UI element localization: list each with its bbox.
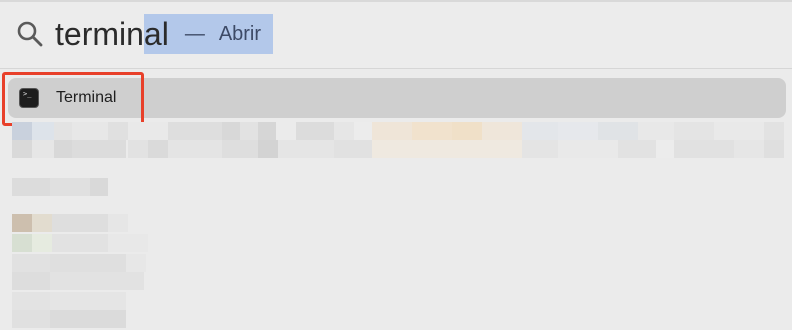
search-action-hint: Abrir — [218, 23, 262, 45]
blur-pixel-block — [52, 234, 108, 252]
blur-pixel-block — [764, 122, 784, 140]
blur-pixel-block — [412, 122, 452, 140]
blur-pixel-block — [52, 214, 108, 232]
blur-pixel-block — [258, 140, 278, 158]
search-icon — [17, 21, 43, 47]
blur-pixel-block — [558, 122, 598, 140]
blur-pixel-block — [72, 140, 126, 158]
blur-pixel-block — [12, 272, 50, 290]
blur-pixel-block — [334, 122, 354, 140]
search-input[interactable]: termin al — Abrir — [55, 12, 274, 56]
blur-pixel-block — [54, 122, 72, 140]
blur-pixel-block — [334, 140, 372, 158]
blur-pixel-block — [638, 122, 674, 140]
blur-pixel-block — [598, 122, 638, 140]
blur-pixel-block — [354, 122, 372, 140]
blur-pixel-block — [714, 122, 764, 140]
blur-pixel-block — [674, 122, 714, 140]
spotlight-window: termin al — Abrir >_ Terminal — [0, 0, 792, 330]
blur-pixel-block — [12, 122, 32, 140]
blur-pixel-block — [12, 140, 32, 158]
blur-pixel-block — [108, 214, 128, 232]
blur-pixel-block — [50, 178, 90, 196]
blur-pixel-block — [126, 254, 146, 272]
blur-pixel-block — [12, 214, 32, 232]
blur-pixel-block — [54, 140, 72, 158]
blur-pixel-block — [734, 140, 764, 158]
blur-pixel-block — [12, 254, 50, 272]
blur-pixel-block — [72, 122, 108, 140]
blur-pixel-block — [168, 140, 222, 158]
blur-pixel-block — [296, 122, 334, 140]
blur-pixel-block — [108, 234, 148, 252]
blur-pixel-block — [128, 122, 168, 140]
blur-pixel-block — [12, 310, 50, 328]
search-autocomplete-text: al — [143, 16, 169, 52]
blur-pixel-block — [240, 122, 258, 140]
blur-pixel-block — [168, 122, 222, 140]
blur-pixel-block — [50, 254, 126, 272]
spotlight-search-bar[interactable]: termin al — Abrir — [0, 2, 792, 69]
search-autocomplete-suggestion: al — Abrir — [143, 14, 274, 54]
blur-pixel-block — [452, 122, 482, 140]
blur-pixel-block — [222, 140, 258, 158]
blur-pixel-block — [258, 122, 276, 140]
blur-pixel-block — [522, 140, 558, 158]
blur-pixel-block — [32, 214, 52, 232]
blur-pixel-block — [372, 140, 522, 158]
blur-pixel-block — [656, 140, 674, 158]
blur-pixel-block — [618, 140, 656, 158]
search-separator: — — [184, 23, 205, 45]
blur-pixel-block — [128, 140, 148, 158]
blurred-results-area — [0, 120, 792, 330]
blur-pixel-block — [90, 178, 108, 196]
blur-pixel-block — [674, 140, 734, 158]
blur-pixel-block — [222, 122, 240, 140]
blur-pixel-block — [32, 122, 54, 140]
blur-pixel-block — [148, 140, 168, 158]
blur-pixel-block — [32, 140, 54, 158]
blur-pixel-block — [50, 292, 126, 310]
blur-pixel-block — [558, 140, 618, 158]
blur-pixel-block — [32, 234, 52, 252]
blur-pixel-block — [522, 122, 558, 140]
blur-pixel-block — [482, 122, 522, 140]
blur-pixel-block — [764, 140, 784, 158]
blur-pixel-block — [50, 310, 126, 328]
blur-pixel-block — [12, 292, 50, 310]
annotation-highlight-box — [2, 72, 144, 126]
blur-pixel-block — [50, 272, 144, 290]
blur-pixel-block — [12, 178, 50, 196]
blur-pixel-block — [278, 140, 334, 158]
search-typed-text: termin — [55, 16, 144, 52]
blur-pixel-block — [372, 122, 412, 140]
blur-pixel-block — [12, 234, 32, 252]
blur-pixel-block — [108, 122, 128, 140]
